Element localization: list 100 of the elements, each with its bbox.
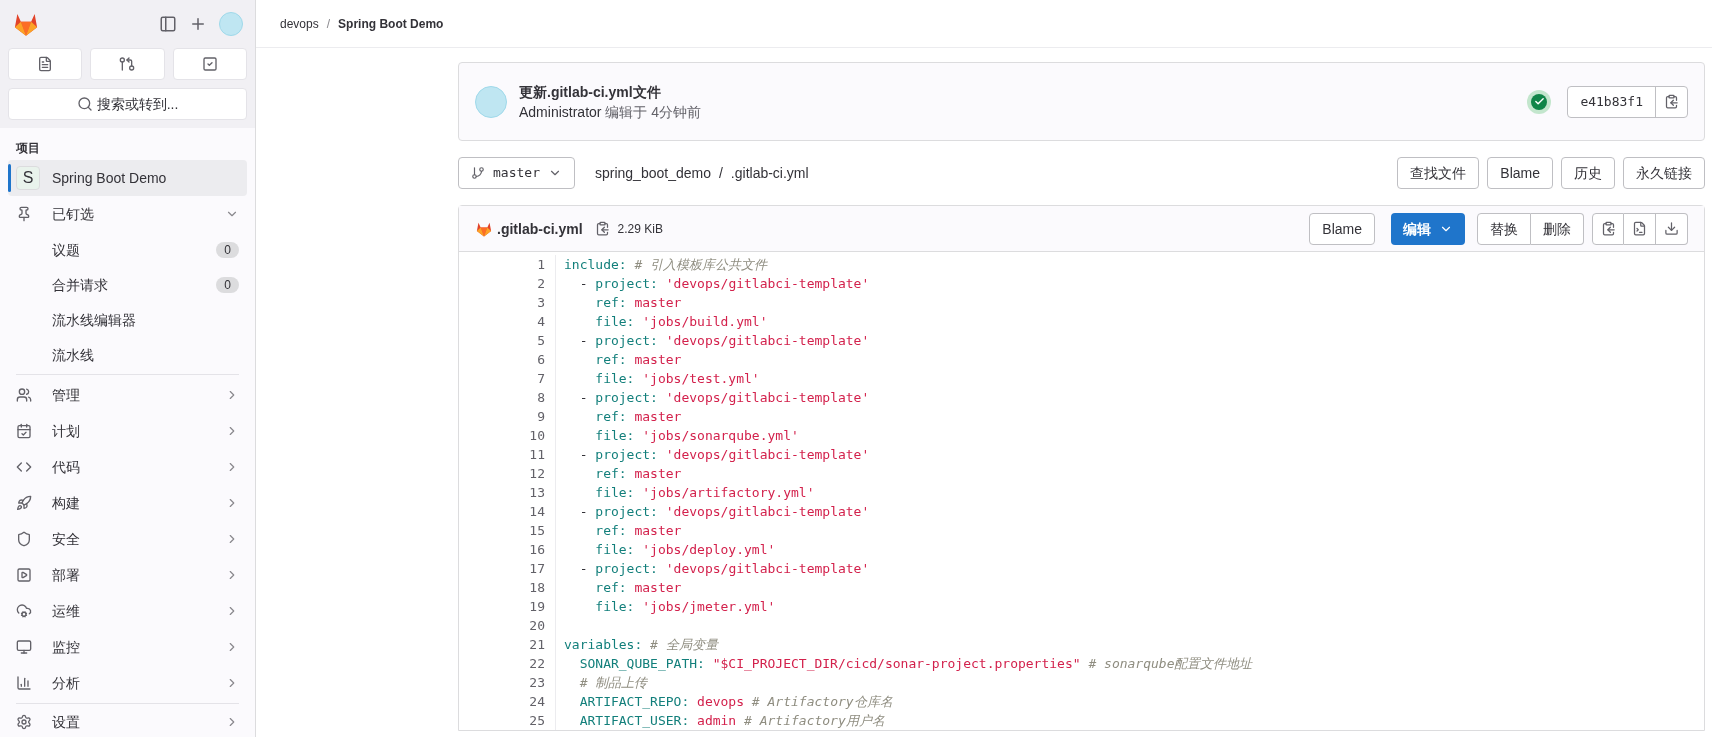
line-number[interactable]: 24 [529, 692, 545, 711]
code-string: master [634, 351, 682, 369]
menu-item[interactable]: 管理 [8, 377, 247, 413]
blame-button[interactable]: Blame [1309, 212, 1375, 245]
menu-item[interactable]: 监控 [8, 629, 247, 665]
action-button[interactable]: 永久链接 [1623, 157, 1705, 189]
menu-item[interactable]: 安全 [8, 521, 247, 557]
code-key: ARTIFACT_USER: [564, 711, 698, 730]
code-string: admin [697, 712, 738, 730]
copy-button[interactable] [1592, 212, 1624, 245]
action-button[interactable]: Blame [1487, 157, 1553, 189]
commit-title[interactable]: 更新.gitlab-ci.yml文件 [519, 81, 702, 102]
pinned-item[interactable]: 合并请求 0 [8, 267, 247, 302]
menu-item[interactable]: 构建 [8, 485, 247, 521]
line-number[interactable]: 17 [529, 559, 545, 578]
code-plain: - [578, 332, 589, 350]
code-key: ref: [564, 350, 635, 369]
line-number[interactable]: 14 [529, 502, 545, 521]
project-item[interactable]: S Spring Boot Demo [8, 160, 247, 196]
monitor-icon [16, 639, 32, 655]
code-string: "$CI_PROJECT_DIR/cicd/sonar-project.properties" [712, 655, 1082, 673]
line-number[interactable]: 19 [529, 597, 545, 616]
code-key: file: [564, 597, 643, 616]
branch-dropdown[interactable]: master [458, 157, 575, 189]
download-icon [1664, 221, 1679, 236]
code-key: file: [564, 483, 643, 502]
settings-item[interactable]: 设置 [8, 706, 247, 737]
code-string: master [634, 579, 682, 597]
code-key: file: [564, 426, 643, 445]
pinned-header[interactable]: 已钉选 [8, 196, 247, 232]
menu-item[interactable]: 计划 [8, 413, 247, 449]
line-number[interactable]: 9 [537, 407, 545, 426]
merge-requests-button[interactable] [90, 48, 165, 80]
line-number[interactable]: 6 [537, 350, 545, 369]
line-number[interactable]: 21 [529, 635, 545, 654]
line-number[interactable]: 12 [529, 464, 545, 483]
raw-button[interactable] [1624, 212, 1656, 245]
code-key: ref: [564, 521, 635, 540]
code-key: ref: [564, 407, 635, 426]
line-number[interactable]: 8 [537, 388, 545, 407]
menu-item[interactable]: 分析 [8, 665, 247, 701]
line-number[interactable]: 7 [537, 369, 545, 388]
breadcrumb-link[interactable]: devops [280, 15, 319, 32]
rocket-icon [16, 495, 32, 511]
menu-item[interactable]: 代码 [8, 449, 247, 485]
line-number[interactable]: 23 [529, 673, 545, 692]
line-number[interactable]: 2 [537, 274, 545, 293]
line-number[interactable]: 25 [529, 711, 545, 730]
commit-author[interactable]: Administrator [519, 101, 602, 122]
menu-item[interactable]: 部署 [8, 557, 247, 593]
plus-icon[interactable] [189, 15, 207, 33]
line-number[interactable]: 22 [529, 654, 545, 673]
copy-icon[interactable] [594, 221, 610, 236]
line-number[interactable]: 13 [529, 483, 545, 502]
download-button[interactable] [1656, 212, 1688, 245]
code-plain: - [578, 446, 589, 464]
sidebar-toggle-icon[interactable] [159, 15, 177, 33]
code-comment: # 制品上传 [578, 674, 648, 692]
line-number[interactable]: 1 [537, 255, 545, 274]
code-string: 'devops/gitlabci-template' [665, 560, 870, 578]
code-key: ref: [564, 578, 635, 597]
code-key: file: [564, 312, 643, 331]
search-icon [76, 96, 93, 112]
section-title: 项目 [15, 140, 41, 156]
path-link[interactable]: .gitlab-ci.yml [730, 163, 809, 183]
line-number[interactable]: 3 [537, 293, 545, 312]
action-button[interactable]: 查找文件 [1397, 157, 1480, 189]
code-string: master [634, 522, 682, 540]
path-link[interactable]: spring_boot_demo [594, 163, 711, 183]
line-number[interactable]: 10 [529, 426, 545, 445]
edit-button[interactable]: 编辑 [1391, 212, 1465, 245]
action-button[interactable]: 历史 [1561, 157, 1615, 189]
shield-icon [16, 531, 32, 547]
todo-button[interactable] [172, 48, 247, 80]
line-number[interactable]: 15 [529, 521, 545, 540]
line-number[interactable]: 11 [529, 445, 545, 464]
calendar-icon [16, 423, 32, 439]
file-action-button[interactable]: 删除 [1531, 212, 1584, 245]
pipeline-status-icon[interactable] [1527, 89, 1552, 114]
menu-item[interactable]: 运维 [8, 593, 247, 629]
code-string: master [634, 294, 682, 312]
pinned-item[interactable]: 流水线编辑器 [8, 302, 247, 337]
breadcrumb-link[interactable]: Spring Boot Demo [338, 15, 444, 32]
code-string: 'jobs/deploy.yml' [642, 541, 776, 559]
path-separator: / [718, 164, 723, 183]
code-string: devops [697, 693, 746, 711]
line-number[interactable]: 16 [529, 540, 545, 559]
code-comment: # Artifactory仓库名 [751, 693, 893, 711]
pinned-item[interactable]: 流水线 [8, 337, 247, 372]
pinned-item[interactable]: 议题 0 [8, 232, 247, 267]
line-number[interactable]: 18 [529, 578, 545, 597]
code-plain: - [578, 503, 589, 521]
line-number[interactable]: 4 [537, 312, 545, 331]
file-action-button[interactable]: 替换 [1477, 212, 1531, 245]
issues-button[interactable] [8, 48, 83, 80]
code-string: 'jobs/build.yml' [642, 313, 768, 331]
search-button[interactable]: 搜索或转到... [8, 88, 247, 120]
line-number[interactable]: 5 [537, 331, 545, 350]
checkbox-icon [201, 56, 218, 72]
line-number[interactable]: 20 [529, 616, 545, 635]
